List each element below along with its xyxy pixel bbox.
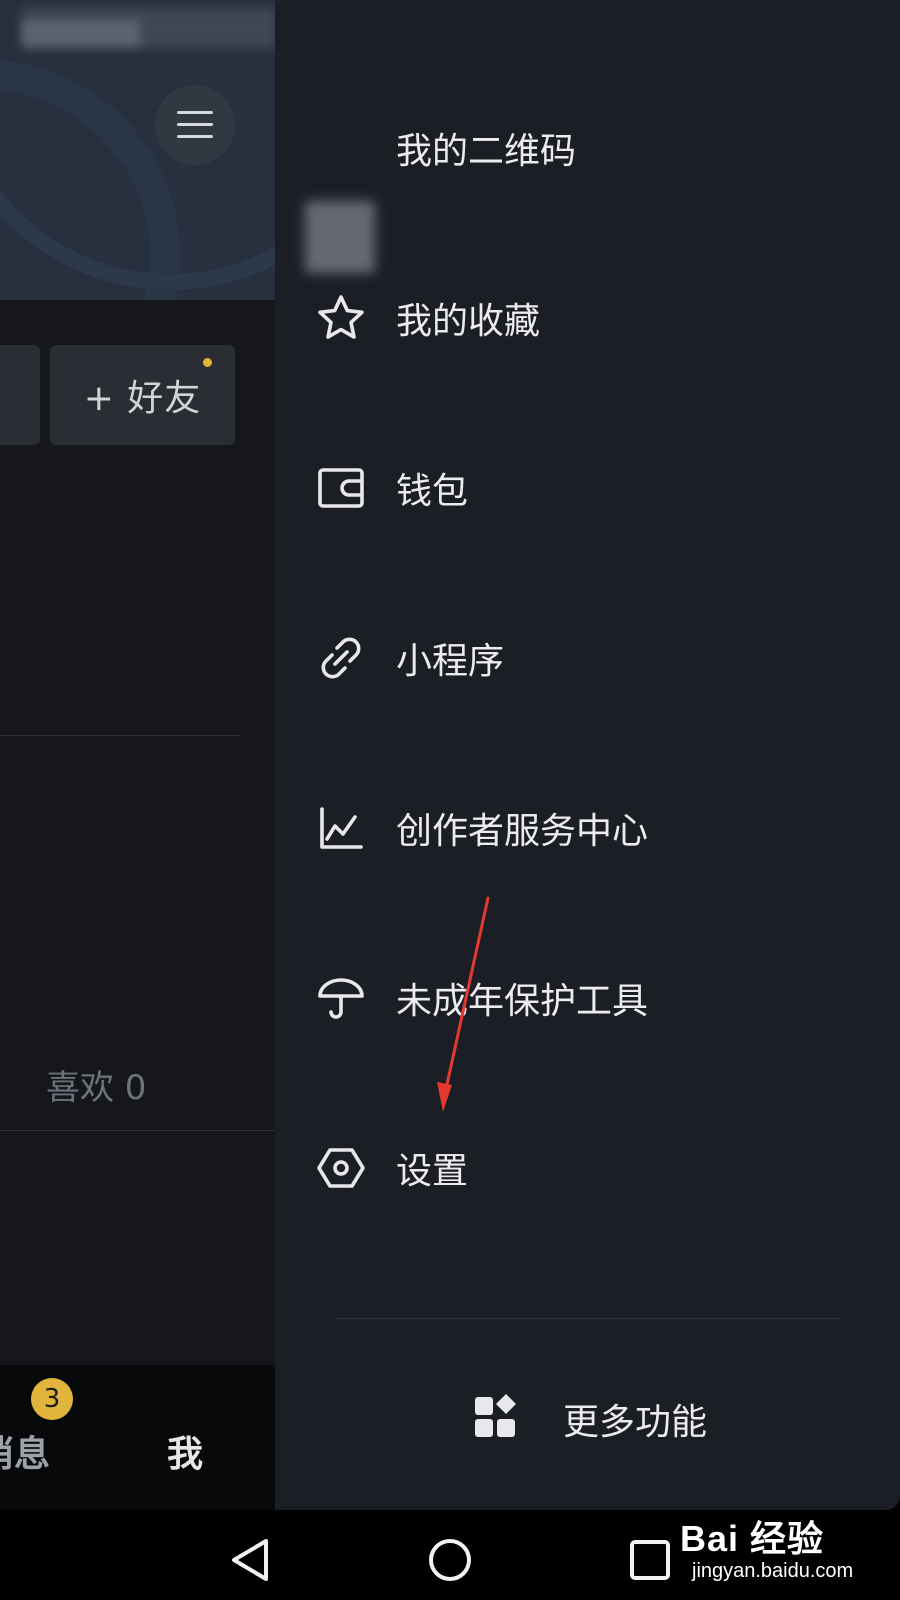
- divider: [0, 735, 240, 736]
- link-icon: [315, 632, 367, 684]
- hamburger-icon: [177, 111, 213, 139]
- menu-item-qr-code[interactable]: 我的二维码: [275, 88, 900, 273]
- nav-messages[interactable]: 消息: [0, 1425, 50, 1477]
- menu-item-settings[interactable]: 设置: [275, 1108, 900, 1228]
- menu-item-label: 未成年保护工具: [396, 981, 649, 1022]
- menu-item-wallet[interactable]: 钱包: [275, 428, 900, 548]
- grid-apps-icon: [475, 1393, 519, 1437]
- menu-item-favorites[interactable]: 我的收藏: [275, 258, 900, 378]
- back-icon[interactable]: [222, 1530, 282, 1590]
- bottom-nav: 消息 3 我: [0, 1365, 275, 1510]
- menu-item-label: 小程序: [396, 641, 505, 682]
- menu-button[interactable]: [155, 85, 235, 165]
- divider: [335, 1318, 840, 1319]
- chart-line-icon: [315, 802, 367, 854]
- menu-item-label: 我的二维码: [396, 131, 577, 172]
- watermark-url: jingyan.baidu.com: [692, 1560, 854, 1582]
- menu-item-label: 设置: [396, 1151, 469, 1192]
- nav-me[interactable]: 我: [167, 1425, 203, 1477]
- likes-tab[interactable]: 喜欢 0: [46, 1060, 146, 1109]
- wallet-icon: [315, 462, 367, 514]
- more-features-label: 更多功能: [563, 1402, 708, 1443]
- recent-apps-icon[interactable]: [620, 1530, 680, 1590]
- divider: [0, 1130, 275, 1131]
- baidu-jingyan-watermark: Bai 经验 jingyan.baidu.com: [680, 1502, 895, 1592]
- status-bar-time: [22, 20, 140, 46]
- messages-badge: 3: [31, 1378, 73, 1420]
- menu-item-label: 我的收藏: [396, 301, 541, 342]
- side-drawer: 我的二维码 我的收藏 钱包 小程序 创作者服务中心 未成年保护工具 设置 更多功…: [275, 0, 900, 1510]
- notification-dot: [203, 358, 212, 367]
- menu-item-label: 创作者服务中心: [396, 811, 649, 852]
- more-features-button[interactable]: 更多功能: [275, 1355, 900, 1475]
- menu-item-minor-protection[interactable]: 未成年保护工具: [275, 938, 900, 1058]
- umbrella-icon: [315, 972, 367, 1024]
- star-icon: [315, 292, 367, 344]
- home-icon[interactable]: [420, 1530, 480, 1590]
- menu-item-creator-center[interactable]: 创作者服务中心: [275, 768, 900, 888]
- menu-item-label: 钱包: [396, 471, 469, 512]
- profile-background: + 好友 喜欢 0 消息 3 我: [0, 0, 275, 1510]
- add-friend-label: + 好友: [83, 378, 202, 419]
- edit-profile-button[interactable]: [0, 345, 40, 445]
- settings-hexagon-icon: [315, 1142, 367, 1194]
- watermark-brand: Bai 经验: [680, 1518, 825, 1559]
- menu-item-mini-programs[interactable]: 小程序: [275, 598, 900, 718]
